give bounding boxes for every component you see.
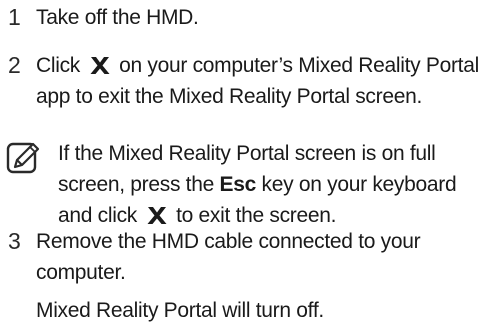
step-number: 1 bbox=[8, 4, 21, 30]
step-line: app to exit the Mixed Reality Portal scr… bbox=[36, 85, 422, 108]
step-text-before-icon: Click bbox=[36, 54, 80, 77]
step-text: Take off the HMD. bbox=[36, 2, 484, 33]
step-text: Remove the HMD cable connected to your c… bbox=[36, 226, 484, 326]
step-line: Take off the HMD. bbox=[36, 6, 199, 29]
step-number: 2 bbox=[8, 52, 21, 78]
step-line: Remove the HMD cable connected to your bbox=[36, 230, 421, 253]
close-icon bbox=[89, 56, 111, 75]
step-result-line: Mixed Reality Portal will turn off. bbox=[36, 299, 324, 322]
note-text-after-icon: to exit the screen. bbox=[176, 204, 337, 227]
step-text: Click on your computer’s Mixed Reality P… bbox=[36, 50, 484, 112]
step-line: Click on your computer’s Mixed Reality P… bbox=[36, 50, 484, 81]
note-pencil-icon bbox=[6, 141, 42, 177]
instruction-page: 1 Take off the HMD. 2 Click on your comp… bbox=[0, 0, 488, 322]
note-text-before-key: screen, press the bbox=[58, 173, 214, 196]
note-text-before-icon: and click bbox=[58, 204, 138, 227]
step-number: 3 bbox=[8, 228, 21, 254]
step-text-after-icon: on your computer’s Mixed Reality Portal bbox=[119, 54, 479, 77]
step-line: computer. bbox=[36, 261, 126, 284]
close-icon bbox=[146, 206, 168, 225]
note-text-after-key: key on your keyboard bbox=[261, 173, 457, 196]
esc-key-label: Esc bbox=[219, 173, 257, 196]
note-line: screen, press the Esc key on your keyboa… bbox=[58, 169, 484, 200]
note-line: If the Mixed Reality Portal screen is on… bbox=[58, 142, 436, 165]
note-text: If the Mixed Reality Portal screen is on… bbox=[58, 138, 484, 231]
